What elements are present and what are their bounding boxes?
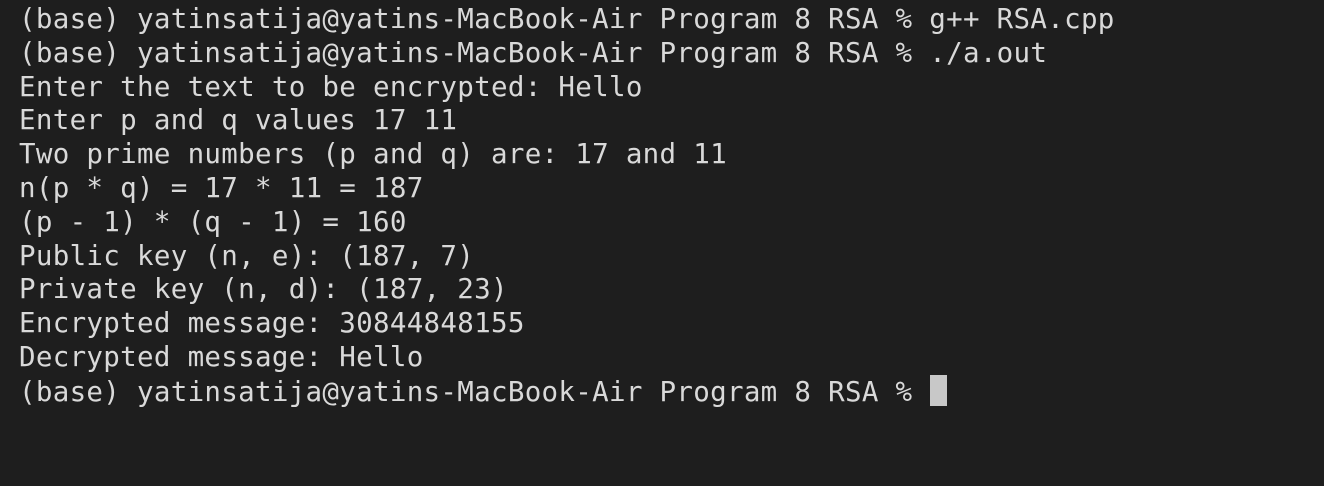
terminal-prompt: (base) yatinsatija@yatins-MacBook-Air Pr… [19, 375, 930, 408]
terminal-line-enter-pq: Enter p and q values 17 11 [19, 104, 458, 137]
terminal-line-n-value: n(p * q) = 17 * 11 = 187 [19, 171, 424, 204]
terminal-line-compile-command: (base) yatinsatija@yatins-MacBook-Air Pr… [19, 3, 1115, 35]
terminal-line-run-command: (base) yatinsatija@yatins-MacBook-Air Pr… [19, 36, 1048, 69]
terminal-line-enter-text: Enter the text to be encrypted: Hello [19, 70, 643, 103]
terminal-line-public-key: Public key (n, e): (187, 7) [19, 239, 475, 272]
terminal-line-encrypted-message: Encrypted message: 30844848155 [19, 307, 525, 340]
terminal-line-prime-numbers: Two prime numbers (p and q) are: 17 and … [19, 138, 727, 171]
terminal-prompt-line[interactable]: (base) yatinsatija@yatins-MacBook-Air Pr… [19, 374, 1324, 409]
terminal-line-private-key: Private key (n, d): (187, 23) [19, 273, 508, 306]
terminal-line-phi-value: (p - 1) * (q - 1) = 160 [19, 205, 407, 238]
terminal-window[interactable]: (base) yatinsatija@yatins-MacBook-Air Pr… [0, 0, 1324, 486]
terminal-line-decrypted-message: Decrypted message: Hello [19, 340, 424, 373]
text-cursor [930, 374, 948, 406]
